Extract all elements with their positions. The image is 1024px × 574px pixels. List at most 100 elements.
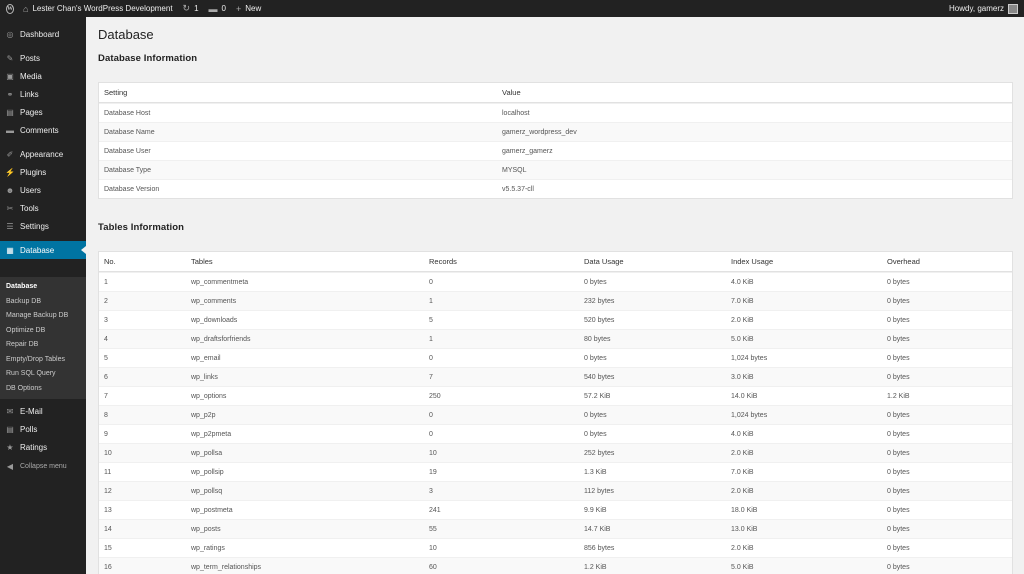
table-row: Database Host localhost [99, 103, 1012, 122]
table-row: 3 wp_downloads 5 520 bytes 2.0 KiB 0 bytes [99, 310, 1012, 329]
sidebar-item-label: Database [20, 245, 55, 255]
table-cell: wp_pollsq [191, 487, 223, 495]
table-cell: 540 bytes [584, 373, 615, 381]
sidebar-item-ratings[interactable]: ★ Ratings [0, 438, 86, 456]
paintbrush-icon: ✐ [6, 149, 14, 159]
table-row: 11 wp_pollsip 19 1.3 KiB 7.0 KiB 0 bytes [99, 462, 1012, 481]
howdy-text: Howdy, gamerz [949, 4, 1004, 13]
link-icon: ⚭ [6, 89, 14, 99]
column-header: Data Usage [584, 257, 624, 266]
submenu-item-optimize-db[interactable]: Optimize DB [6, 327, 45, 334]
table-cell: 0 bytes [887, 487, 910, 495]
sidebar-item-tools[interactable]: ✂ Tools [0, 199, 86, 217]
submenu-item-repair-db[interactable]: Repair DB [6, 341, 38, 348]
comment-bubble-icon: ▬ [208, 3, 218, 14]
comments-link[interactable]: ▬ 0 [204, 0, 231, 17]
table-cell: 19 [429, 468, 437, 476]
table-cell: 0 bytes [584, 354, 607, 362]
sidebar-item-plugins[interactable]: ⚡ Plugins [0, 163, 86, 181]
plugin-icon: ⚡ [5, 167, 15, 177]
sidebar-item-label: Users [20, 185, 41, 195]
table-row: 15 wp_ratings 10 856 bytes 2.0 KiB 0 bytes [99, 538, 1012, 557]
table-cell: 0 bytes [887, 468, 910, 476]
sidebar-item-e-mail[interactable]: ✉ E-Mail [0, 402, 86, 420]
table-cell: 0 bytes [584, 278, 607, 286]
updates-link[interactable]: ↻ 1 [178, 0, 204, 17]
table-cell: Database Name [104, 128, 155, 136]
table-cell: wp_ratings [191, 544, 225, 552]
table-cell: 11 [104, 468, 112, 476]
wordpress-logo-icon[interactable]: W [2, 1, 18, 17]
sidebar-item-dashboard[interactable]: ◎ Dashboard [0, 25, 86, 43]
column-header: Overhead [887, 257, 920, 266]
table-row: 9 wp_p2pmeta 0 0 bytes 4.0 KiB 0 bytes [99, 424, 1012, 443]
table-cell: 2.0 KiB [731, 487, 754, 495]
table-cell: 0 bytes [887, 297, 910, 305]
sidebar-item-pages[interactable]: ▤ Pages [0, 103, 86, 121]
table-cell: Database Host [104, 109, 151, 117]
table-cell: 10 [429, 449, 437, 457]
sidebar-item-users[interactable]: ☻ Users [0, 181, 86, 199]
collapse-icon: ◀ [6, 461, 14, 471]
star-icon: ★ [6, 442, 14, 452]
submenu-item-empty-drop-tables[interactable]: Empty/Drop Tables [6, 356, 65, 363]
submenu-item-db-options[interactable]: DB Options [6, 385, 42, 392]
table-cell: 0 bytes [887, 449, 910, 457]
my-account-link[interactable]: Howdy, gamerz [944, 0, 1024, 17]
table-cell: 2.0 KiB [731, 544, 754, 552]
table-cell: 2 [104, 297, 108, 305]
submenu-item-run-sql-query[interactable]: Run SQL Query [6, 370, 56, 377]
table-cell: 4.0 KiB [731, 430, 754, 438]
sidebar-item-label: Comments [20, 125, 59, 135]
table-cell: 5.0 KiB [731, 335, 754, 343]
submenu-item-manage-backup-db[interactable]: Manage Backup DB [6, 312, 68, 319]
table-cell: 0 bytes [887, 411, 910, 419]
table-cell: wp_p2p [191, 411, 216, 419]
site-name-link[interactable]: ⌂ Lester Chan's WordPress Development [18, 0, 178, 17]
table-cell: Database Type [104, 166, 151, 174]
table-cell: 1,024 bytes [731, 411, 768, 419]
sidebar-item-label: Ratings [20, 442, 48, 452]
table-cell: v5.5.37-cll [502, 185, 534, 193]
table-cell: 1,024 bytes [731, 354, 768, 362]
poll-icon: ▤ [6, 424, 14, 434]
table-row: Database Name gamerz_wordpress_dev [99, 122, 1012, 141]
table-row: 7 wp_options 250 57.2 KiB 14.0 KiB 1.2 KiB [99, 386, 1012, 405]
table-cell: 7 [104, 392, 108, 400]
table-cell: 1 [429, 335, 433, 343]
table-cell: 0 bytes [887, 335, 910, 343]
sidebar-item-links[interactable]: ⚭ Links [0, 85, 86, 103]
sidebar-item-polls[interactable]: ▤ Polls [0, 420, 86, 438]
sidebar-item-comments[interactable]: ▬ Comments [0, 121, 86, 139]
sidebar-item-label: Dashboard [20, 29, 60, 39]
table-cell: 112 bytes [584, 487, 614, 495]
submenu-item-database[interactable]: Database [6, 283, 37, 290]
table-cell: 1.2 KiB [584, 563, 607, 571]
sidebar-item-media[interactable]: ▣ Media [0, 67, 86, 85]
table-cell: 60 [429, 563, 437, 571]
sidebar-item-appearance[interactable]: ✐ Appearance [0, 145, 86, 163]
table-cell: 7.0 KiB [731, 297, 754, 305]
table-cell: 13 [104, 506, 112, 514]
comment-icon: ▬ [6, 125, 14, 135]
table-cell: 0 bytes [887, 563, 910, 571]
table-cell: 5.0 KiB [731, 563, 754, 571]
home-icon: ⌂ [23, 3, 29, 14]
sidebar-item-label: Links [20, 89, 39, 99]
new-content-link[interactable]: + New [231, 0, 266, 17]
sidebar-item-settings[interactable]: ☰ Settings [0, 217, 86, 235]
submenu-item-backup-db[interactable]: Backup DB [6, 298, 41, 305]
column-header: Setting [104, 88, 128, 97]
sidebar-item-collapse-menu[interactable]: ◀ Collapse menu [0, 457, 86, 475]
table-cell: 18.0 KiB [731, 506, 758, 514]
table-cell: wp_p2pmeta [191, 430, 232, 438]
table-cell: localhost [502, 109, 530, 117]
table-cell: 856 bytes [584, 544, 615, 552]
site-title: Lester Chan's WordPress Development [32, 4, 173, 13]
sidebar-item-posts[interactable]: ✎ Posts [0, 49, 86, 67]
sidebar-item-database[interactable]: ▦ Database [0, 241, 86, 259]
table-cell: 7 [429, 373, 433, 381]
table-cell: gamerz_gamerz [502, 147, 553, 155]
sidebar-item-label: Media [20, 71, 42, 81]
table-row: Database Version v5.5.37-cll [99, 179, 1012, 198]
